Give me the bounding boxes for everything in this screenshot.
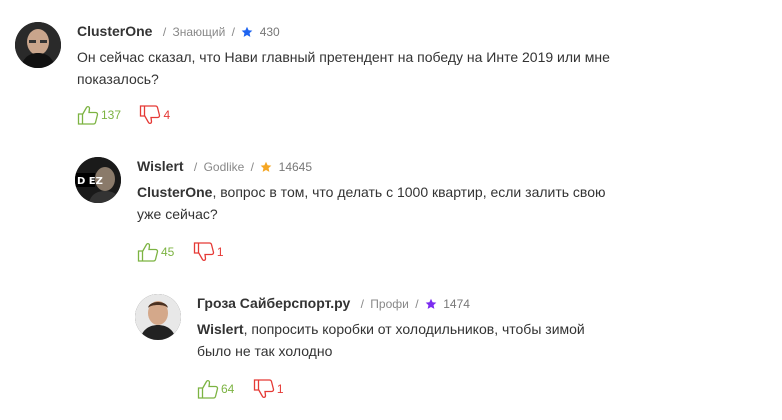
comment-text-line: , попросить коробки от холодильников, чт… — [243, 321, 585, 337]
comment-text-line: , вопрос в том, что делать с 1000 кварти… — [212, 184, 606, 200]
separator: / — [250, 160, 254, 174]
comment-meta: ClusterOne / Знающий / 430 — [77, 22, 280, 40]
user-rating: 1474 — [443, 297, 470, 311]
user-rating: 14645 — [278, 160, 313, 174]
like-count: 64 — [221, 382, 235, 396]
vote-bar: 137 4 — [77, 105, 184, 127]
username[interactable]: ClusterOne — [77, 23, 152, 39]
star-icon — [241, 25, 256, 39]
like-count: 45 — [161, 245, 175, 259]
comment-text-line: было не так холодно — [197, 343, 333, 359]
star-icon — [260, 160, 275, 174]
dislike-button[interactable]: 4 — [139, 105, 170, 125]
mention-link[interactable]: ClusterOne — [137, 184, 212, 200]
dislike-count: 1 — [276, 382, 284, 396]
comment-meta: Гроза Сайберспорт.ру / Профи / 1474 — [197, 294, 470, 312]
dislike-count: 4 — [163, 108, 171, 122]
thumbs-down-icon — [253, 379, 274, 399]
user-rank: Профи — [370, 297, 409, 311]
thumbs-down-icon — [193, 242, 214, 262]
comment-text: Wislert, попросить коробки от холодильни… — [197, 318, 585, 362]
username[interactable]: Гроза Сайберспорт.ру — [197, 295, 350, 311]
vote-bar: 45 1 — [137, 242, 238, 264]
dislike-count: 1 — [216, 245, 224, 259]
thumbs-up-icon — [137, 242, 159, 262]
like-count: 137 — [101, 108, 122, 122]
avatar[interactable] — [135, 294, 181, 340]
mention-link[interactable]: Wislert — [197, 321, 244, 337]
star-icon — [425, 297, 440, 311]
comment-meta: Wislert / Godlike / 14645 — [137, 157, 312, 175]
thumbs-down-icon — [140, 105, 161, 125]
separator: / — [415, 297, 419, 311]
separator: / — [162, 25, 167, 39]
username[interactable]: Wislert — [137, 158, 184, 174]
comment-text-line: Он сейчас сказал, что Нави главный прете… — [77, 49, 610, 65]
dislike-button[interactable]: 1 — [253, 379, 284, 399]
comment-text-line: уже сейчас? — [137, 206, 218, 222]
user-rank: Знающий — [172, 25, 226, 39]
separator: / — [231, 25, 236, 39]
comment-text: Он сейчас сказал, что Нави главный прете… — [77, 46, 610, 90]
like-button[interactable]: 64 — [197, 379, 234, 399]
thumbs-up-icon — [77, 105, 99, 125]
comment-text-line: показалось? — [77, 71, 159, 87]
comment-text: ClusterOne, вопрос в том, что делать с 1… — [137, 181, 606, 225]
vote-bar: 64 1 — [197, 379, 298, 401]
thumbs-up-icon — [197, 379, 219, 399]
like-button[interactable]: 45 — [137, 242, 174, 262]
avatar[interactable] — [15, 22, 61, 68]
avatar[interactable]: D EZ — [75, 157, 121, 203]
user-rating: 430 — [259, 25, 280, 39]
like-button[interactable]: 137 — [77, 105, 121, 125]
user-rank: Godlike — [203, 160, 245, 174]
separator: / — [193, 160, 198, 174]
dislike-button[interactable]: 1 — [193, 242, 224, 262]
separator: / — [360, 297, 364, 311]
svg-text:D EZ: D EZ — [77, 176, 103, 187]
